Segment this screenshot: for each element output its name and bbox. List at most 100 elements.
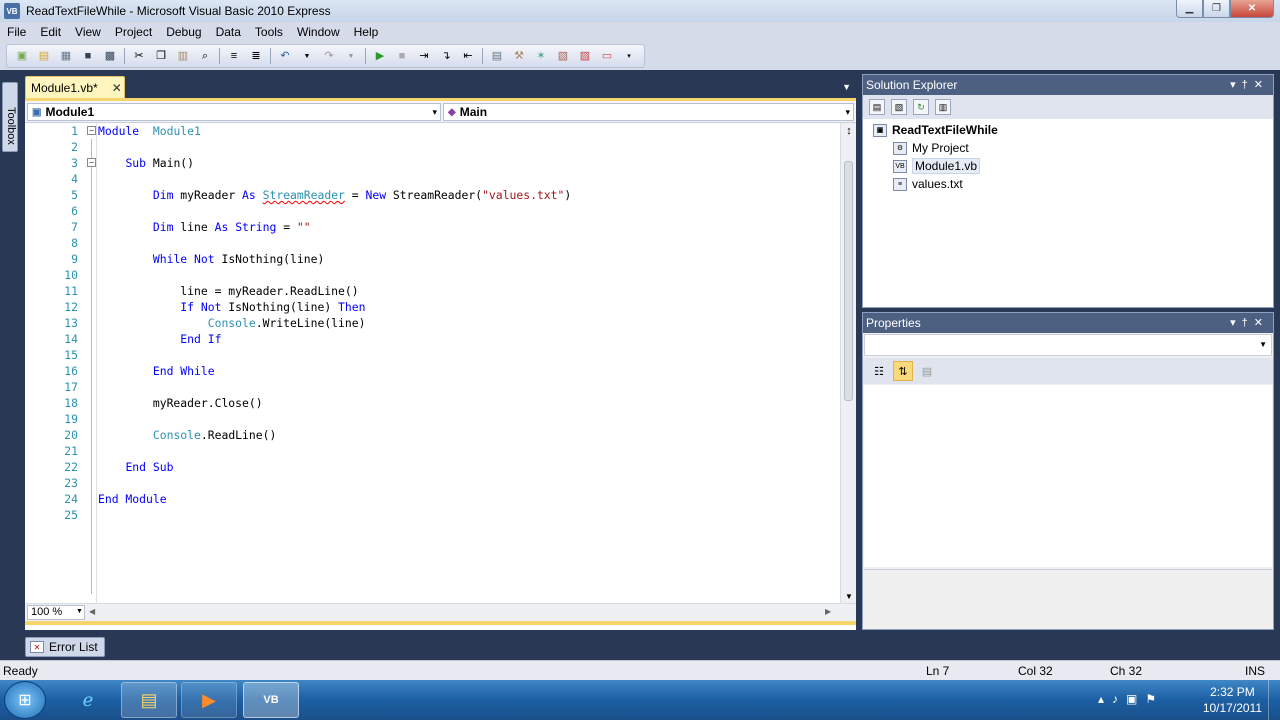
toolbar-options-icon[interactable]: ▾	[621, 48, 637, 64]
find-icon[interactable]: ⌕	[197, 48, 213, 64]
code-line[interactable]: 24 End Module	[25, 491, 840, 507]
code-line[interactable]: 25	[25, 507, 840, 523]
code-line[interactable]: 5 Dim myReader As StreamReader = New Str…	[25, 187, 840, 203]
start-button[interactable]: ⊞	[4, 681, 46, 719]
extension-manager-icon[interactable]: ▭	[599, 48, 615, 64]
class-dropdown[interactable]: ▣ Module1 ▾	[27, 103, 441, 121]
code-line[interactable]: 18 myReader.Close()	[25, 395, 840, 411]
file-explorer-icon[interactable]: ▤	[121, 682, 177, 718]
properties-icon[interactable]: ▤	[869, 99, 885, 115]
code-line[interactable]: 14 End If	[25, 331, 840, 347]
close-panel-icon[interactable]: ✕	[1254, 79, 1269, 91]
split-window-icon[interactable]: ↕	[843, 125, 855, 137]
tree-item-project[interactable]: ▣ ReadTextFileWhile	[873, 121, 998, 139]
code-line[interactable]: 20 Console.ReadLine()	[25, 427, 840, 443]
network-icon[interactable]: ▣	[1126, 692, 1145, 706]
code-line[interactable]: 13 Console.WriteLine(line)	[25, 315, 840, 331]
error-list-icon[interactable]: ▨	[577, 48, 593, 64]
tree-item-values-txt[interactable]: ≡ values.txt	[893, 175, 963, 193]
code-area[interactable]: 1− Module Module1 2 3− Sub Main() 4 5 Dim myR…	[25, 123, 840, 603]
menu-debug[interactable]: Debug	[159, 25, 208, 39]
save-all-icon[interactable]: ▩	[102, 48, 118, 64]
add-item-icon[interactable]: ▦	[58, 48, 74, 64]
tab-module1-vb[interactable]: Module1.vb* ✕	[25, 76, 125, 98]
new-project-icon[interactable]: ▣	[14, 48, 30, 64]
close-button[interactable]: ✕	[1230, 0, 1274, 18]
step-into-icon[interactable]: ⇥	[416, 48, 432, 64]
tree-item-module1[interactable]: VB Module1.vb	[893, 157, 981, 175]
code-line[interactable]: 16 End While	[25, 363, 840, 379]
code-line[interactable]: 15	[25, 347, 840, 363]
code-line[interactable]: 21	[25, 443, 840, 459]
save-icon[interactable]: ■	[80, 48, 96, 64]
code-line[interactable]: 8	[25, 235, 840, 251]
stop-debugging-icon[interactable]: ■	[394, 48, 410, 64]
step-over-icon[interactable]: ↴	[438, 48, 454, 64]
toolbox-tab[interactable]: Toolbox	[2, 82, 18, 152]
open-project-icon[interactable]: ▤	[36, 48, 52, 64]
scroll-down-icon[interactable]: ▼	[845, 592, 853, 601]
document-list-dropdown-icon[interactable]: ▼	[842, 82, 851, 92]
toolbox-icon[interactable]: ▧	[555, 48, 571, 64]
cut-icon[interactable]: ✂	[131, 48, 147, 64]
code-line[interactable]: 1− Module Module1	[25, 123, 840, 139]
object-browser-icon[interactable]: ✶	[533, 48, 549, 64]
property-pages-icon[interactable]: ▤	[917, 361, 937, 381]
code-line[interactable]: 17	[25, 379, 840, 395]
code-line[interactable]: 6	[25, 203, 840, 219]
menu-file[interactable]: File	[0, 25, 33, 39]
code-line[interactable]: 3− Sub Main()	[25, 155, 840, 171]
copy-icon[interactable]: ❐	[153, 48, 169, 64]
pin-icon[interactable]: †	[1242, 317, 1254, 329]
media-player-icon[interactable]: ▶	[181, 682, 237, 718]
menu-tools[interactable]: Tools	[248, 25, 290, 39]
collapse-icon[interactable]: −	[87, 158, 96, 167]
menu-window[interactable]: Window	[290, 25, 347, 39]
volume-icon[interactable]: ♪	[1112, 692, 1126, 706]
panel-menu-icon[interactable]: ▾	[1230, 79, 1242, 91]
tree-item-my-project[interactable]: ⚙ My Project	[893, 139, 969, 157]
panel-menu-icon[interactable]: ▾	[1230, 317, 1242, 329]
view-code-icon[interactable]: ▥	[935, 99, 951, 115]
paste-icon[interactable]: ▥	[175, 48, 191, 64]
close-tab-icon[interactable]: ✕	[112, 81, 122, 95]
vertical-scrollbar[interactable]: ↕ ▼	[840, 123, 856, 603]
uncomment-icon[interactable]: ≣	[248, 48, 264, 64]
menu-edit[interactable]: Edit	[33, 25, 68, 39]
show-all-files-icon[interactable]: ▧	[891, 99, 907, 115]
clock[interactable]: 2:32 PM 10/17/2011	[1203, 684, 1262, 716]
code-line[interactable]: 4	[25, 171, 840, 187]
comment-icon[interactable]: ≡	[226, 48, 242, 64]
code-line[interactable]: 11 line = myReader.ReadLine()	[25, 283, 840, 299]
code-line[interactable]: 7 Dim line As String = ""	[25, 219, 840, 235]
visual-basic-icon[interactable]: VB	[243, 682, 299, 718]
object-selector[interactable]: ▼	[864, 334, 1272, 356]
internet-explorer-icon[interactable]: ℯ	[60, 682, 116, 718]
error-list-tab[interactable]: ✕ Error List	[25, 637, 105, 657]
menu-help[interactable]: Help	[347, 25, 386, 39]
alphabetical-icon[interactable]: ⇅	[893, 361, 913, 381]
collapse-icon[interactable]: −	[87, 126, 96, 135]
code-line[interactable]: 9 While Not IsNothing(line)	[25, 251, 840, 267]
categorized-icon[interactable]: ☷	[869, 361, 889, 381]
scroll-right-icon[interactable]: ▶	[825, 607, 831, 616]
code-line[interactable]: 22 End Sub	[25, 459, 840, 475]
method-dropdown[interactable]: ◆ Main ▾	[443, 103, 854, 121]
undo-icon[interactable]: ↶	[277, 48, 293, 64]
maximize-button[interactable]: ❐	[1203, 0, 1230, 18]
code-line[interactable]: 2	[25, 139, 840, 155]
menu-data[interactable]: Data	[209, 25, 248, 39]
menu-project[interactable]: Project	[108, 25, 159, 39]
refresh-icon[interactable]: ↻	[913, 99, 929, 115]
start-debugging-icon[interactable]: ▶	[372, 48, 388, 64]
code-line[interactable]: 23	[25, 475, 840, 491]
redo-dropdown-icon[interactable]: ▼	[343, 48, 359, 64]
step-out-icon[interactable]: ⇤	[460, 48, 476, 64]
redo-icon[interactable]: ↷	[321, 48, 337, 64]
close-panel-icon[interactable]: ✕	[1254, 317, 1269, 329]
menu-view[interactable]: View	[68, 25, 108, 39]
code-line[interactable]: 10	[25, 267, 840, 283]
tray-expand-icon[interactable]: ▴	[1098, 692, 1112, 706]
scroll-left-icon[interactable]: ◀	[89, 607, 95, 616]
chevron-down-icon[interactable]: ▼	[76, 608, 83, 615]
